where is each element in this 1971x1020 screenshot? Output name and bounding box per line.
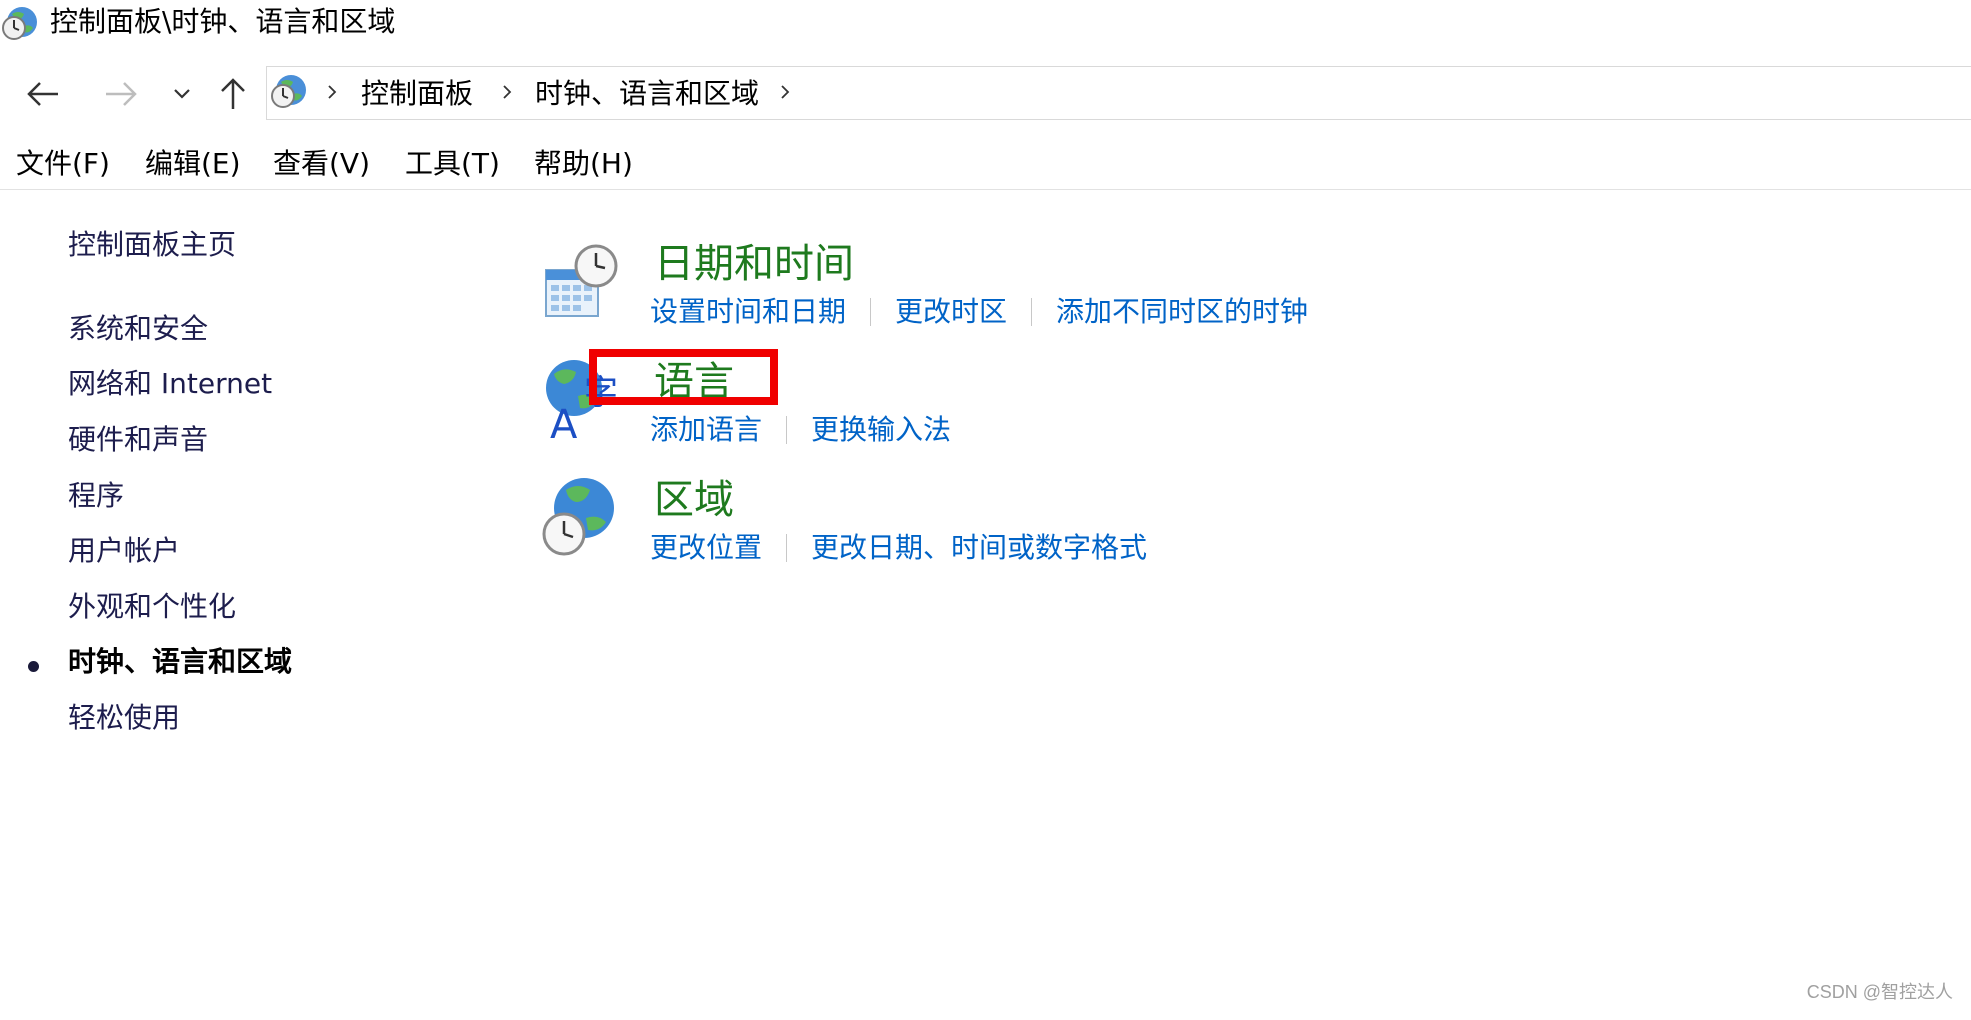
breadcrumb-control-panel[interactable]: 控制面板	[361, 78, 473, 110]
category-links-date-time: 设置时间和日期 更改时区 添加不同时区的时钟	[650, 294, 1308, 334]
category-date-time: 日期和时间 设置时间和日期 更改时区 添加不同时区的时钟	[540, 240, 1740, 350]
breadcrumb-separator-icon[interactable]	[775, 77, 795, 107]
menu-help[interactable]: 帮助(H)	[534, 148, 633, 180]
sidebar-item-programs[interactable]: 程序	[68, 479, 124, 513]
link-change-input-method[interactable]: 更换输入法	[811, 412, 951, 448]
sidebar: 控制面板主页 系统和安全 网络和 Internet 硬件和声音 程序 用户帐户 …	[0, 190, 520, 1020]
breadcrumb-separator-icon[interactable]	[497, 77, 517, 107]
back-button[interactable]	[20, 72, 66, 116]
menu-edit[interactable]: 编辑(E)	[145, 148, 241, 180]
forward-arrow-icon	[104, 79, 138, 109]
sidebar-item-network-internet[interactable]: 网络和 Internet	[68, 367, 272, 401]
highlight-box	[589, 349, 778, 405]
chevron-down-icon	[172, 87, 192, 101]
link-set-time-date[interactable]: 设置时间和日期	[650, 294, 846, 330]
category-title-date-time[interactable]: 日期和时间	[654, 240, 854, 288]
category-links-language: 添加语言 更换输入法	[650, 412, 951, 452]
window-title: 控制面板\时钟、语言和区域	[50, 5, 396, 38]
sidebar-item-ease-of-access[interactable]: 轻松使用	[68, 701, 180, 735]
control-panel-clock-globe-icon	[269, 72, 313, 116]
link-divider	[1031, 298, 1033, 326]
region-globe-clock-icon[interactable]	[540, 476, 620, 560]
breadcrumb-separator-icon[interactable]	[322, 77, 342, 107]
link-divider	[786, 416, 788, 444]
link-change-location[interactable]: 更改位置	[650, 530, 762, 566]
date-time-clock-calendar-icon[interactable]	[540, 240, 620, 324]
category-links-region: 更改位置 更改日期、时间或数字格式	[650, 530, 1147, 570]
link-divider	[870, 298, 872, 326]
control-panel-clock-globe-icon	[0, 4, 40, 44]
up-arrow-icon	[218, 77, 248, 111]
category-region: 区域 更改位置 更改日期、时间或数字格式	[540, 476, 1740, 586]
menu-file[interactable]: 文件(F)	[16, 148, 110, 180]
link-change-time-zone[interactable]: 更改时区	[895, 294, 1007, 330]
watermark: CSDN @智控达人	[1806, 982, 1953, 1002]
current-item-bullet	[28, 661, 39, 672]
forward-button[interactable]	[98, 72, 144, 116]
svg-text:A: A	[550, 402, 578, 442]
control-panel-window: 控制面板\时钟、语言和区域 控制面板 时钟、语言和区域 文件(F) 编辑(E) …	[0, 0, 1971, 1020]
link-add-language[interactable]: 添加语言	[650, 412, 762, 448]
menu-bar: 文件(F) 编辑(E) 查看(V) 工具(T) 帮助(H)	[0, 140, 1971, 190]
sidebar-item-clock-language-region: 时钟、语言和区域	[68, 645, 293, 678]
sidebar-item-user-accounts[interactable]: 用户帐户	[68, 534, 180, 568]
menu-view[interactable]: 查看(V)	[273, 148, 370, 180]
recent-locations-button[interactable]	[160, 72, 204, 116]
menu-tools[interactable]: 工具(T)	[405, 148, 500, 180]
sidebar-home-link[interactable]: 控制面板主页	[68, 228, 236, 262]
category-title-region[interactable]: 区域	[654, 476, 734, 524]
back-arrow-icon	[26, 79, 60, 109]
sidebar-item-hardware-sound[interactable]: 硬件和声音	[68, 423, 208, 457]
breadcrumb-clock-language-region[interactable]: 时钟、语言和区域	[535, 78, 759, 110]
link-change-date-time-number-formats[interactable]: 更改日期、时间或数字格式	[811, 530, 1147, 566]
link-add-clocks[interactable]: 添加不同时区的时钟	[1056, 294, 1308, 330]
up-button[interactable]	[210, 72, 256, 116]
sidebar-item-appearance[interactable]: 外观和个性化	[68, 590, 236, 624]
navigation-bar: 控制面板 时钟、语言和区域	[0, 62, 1971, 124]
address-bar[interactable]: 控制面板 时钟、语言和区域	[266, 66, 1971, 120]
sidebar-item-system-security[interactable]: 系统和安全	[68, 312, 208, 346]
link-divider	[786, 534, 788, 562]
title-bar: 控制面板\时钟、语言和区域	[0, 0, 1971, 44]
